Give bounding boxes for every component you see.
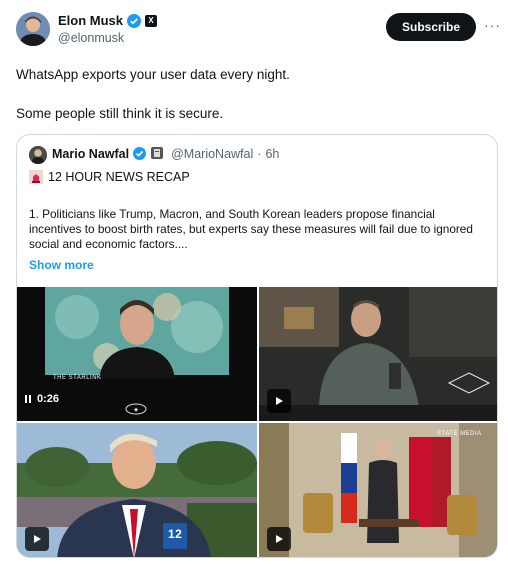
video-4-thumbnail (259, 423, 497, 557)
quote-author-name[interactable]: Mario Nawfal (52, 147, 129, 161)
video-2-thumbnail (259, 287, 497, 421)
tweet-text-line-2: Some people still think it is secure. (16, 106, 224, 121)
more-options-icon[interactable]: ··· (484, 18, 501, 32)
video-1-duration-label: 0:26 (37, 393, 60, 405)
quote-affiliation-icon (151, 147, 165, 161)
media-video-1[interactable]: THE STARLINK 0:26 ◆ (17, 287, 257, 421)
video-1-logo-icon: ◆ (125, 403, 147, 415)
video-1-duration[interactable]: 0:26 (25, 393, 59, 405)
quote-timestamp[interactable]: 6h (265, 147, 279, 161)
author-name-row: Elon Musk X (58, 13, 158, 28)
author-avatar[interactable] (16, 12, 50, 46)
video-3-play-button[interactable] (25, 527, 49, 551)
quote-header: Mario Nawfal @MarioNawfal · 6h (52, 147, 279, 161)
quote-separator: · (257, 147, 262, 161)
video-2-play-button[interactable] (267, 389, 291, 413)
play-icon (34, 535, 41, 543)
quote-author-handle[interactable]: @MarioNawfal (171, 147, 253, 161)
show-more-link[interactable]: Show more (29, 258, 94, 272)
media-grid: THE STARLINK 0:26 ◆ 12 STATE MEDIA (17, 287, 497, 557)
tweet-text-line-1: WhatsApp exports your user data every ni… (16, 67, 290, 82)
media-video-2[interactable] (259, 287, 497, 421)
author-name[interactable]: Elon Musk (58, 13, 123, 28)
video-1-overlay-text: THE STARLINK (53, 375, 102, 381)
svg-text:◆: ◆ (134, 407, 138, 413)
video-3-channel-badge: 12 (168, 527, 183, 541)
media-video-3[interactable]: 12 (17, 423, 257, 557)
subscribe-button[interactable]: Subscribe (386, 13, 476, 41)
quoted-tweet-card[interactable]: Mario Nawfal @MarioNawfal · 6h 12 HOUR N… (16, 134, 498, 558)
siren-icon (29, 170, 43, 184)
quote-author-avatar[interactable] (29, 146, 47, 164)
play-icon (276, 397, 283, 405)
video-4-play-button[interactable] (267, 527, 291, 551)
quote-verified-badge-icon (133, 147, 147, 161)
play-icon (276, 535, 283, 543)
quote-title: 12 HOUR NEWS RECAP (48, 170, 190, 184)
quote-title-row: 12 HOUR NEWS RECAP (29, 170, 190, 184)
media-video-4[interactable]: STATE MEDIA (259, 423, 497, 557)
video-3-thumbnail (17, 423, 257, 557)
pause-icon[interactable] (25, 395, 31, 403)
author-handle[interactable]: @elonmusk (58, 31, 124, 45)
tweet: Elon Musk X @elonmusk Subscribe ··· What… (0, 0, 508, 564)
quote-body-text: 1. Politicians like Trump, Macron, and S… (29, 207, 473, 251)
video-4-overlay-text: STATE MEDIA (437, 431, 482, 437)
verified-badge-icon (127, 13, 142, 28)
x-affiliation-icon: X (145, 14, 158, 27)
